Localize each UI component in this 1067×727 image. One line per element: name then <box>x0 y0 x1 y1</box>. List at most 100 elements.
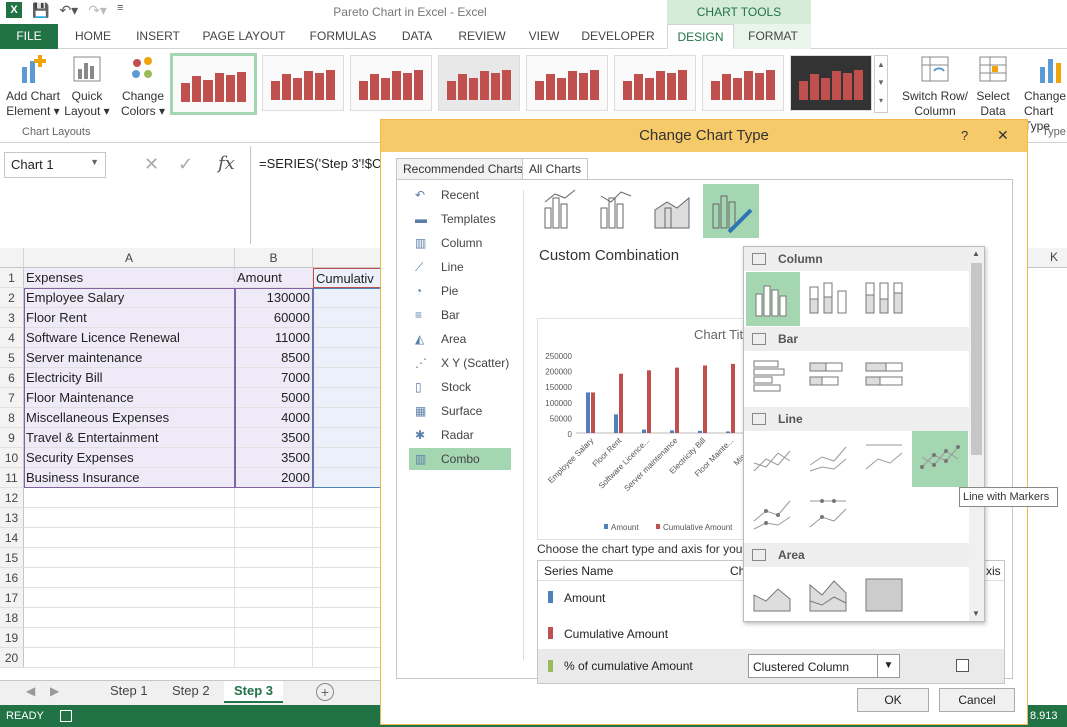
cell-c[interactable] <box>313 528 390 548</box>
cell-b[interactable]: 3500 <box>235 428 313 448</box>
close-button[interactable]: ✕ <box>997 127 1009 144</box>
next-sheet-icon[interactable]: ▶ <box>50 684 59 698</box>
change-colors-button[interactable]: Change Colors ▾ <box>118 53 168 119</box>
ok-button[interactable]: OK <box>857 688 929 712</box>
tab-data[interactable]: DATA <box>392 24 442 49</box>
cell-b[interactable]: 11000 <box>235 328 313 348</box>
cell-c[interactable] <box>313 608 390 628</box>
sheet-tab-step-3[interactable]: Step 3 <box>224 681 284 703</box>
cell-c[interactable] <box>313 628 390 648</box>
chart-type-surface[interactable]: ▦ Surface <box>409 400 511 422</box>
row-header[interactable]: 14 <box>0 528 24 548</box>
scroll-up-icon[interactable]: ▲ <box>972 249 980 258</box>
cell-c[interactable] <box>313 408 390 428</box>
change-chart-type-button[interactable]: Change Chart Type <box>1024 53 1067 134</box>
option-stacked-line-markers[interactable] <box>748 491 796 539</box>
cell-b[interactable] <box>235 648 313 668</box>
help-button[interactable]: ? <box>961 128 968 143</box>
row-header[interactable]: 16 <box>0 568 24 588</box>
column-header-c[interactable] <box>313 248 390 268</box>
cell-c[interactable] <box>313 588 390 608</box>
cell-b[interactable] <box>235 528 313 548</box>
select-all-corner[interactable] <box>0 248 24 268</box>
chart-style-1[interactable] <box>170 53 257 115</box>
column-header-k[interactable]: K <box>1028 248 1067 268</box>
option-stacked-line[interactable] <box>804 435 852 483</box>
scroll-down-icon[interactable]: ▼ <box>972 609 980 618</box>
cell-c[interactable] <box>313 428 390 448</box>
chart-type-recent[interactable]: ↶ Recent <box>409 184 511 206</box>
option-100-stacked-line-markers[interactable] <box>804 491 852 539</box>
add-sheet-icon[interactable]: + <box>316 683 334 701</box>
option-100-stacked-column[interactable] <box>860 275 908 323</box>
option-100-stacked-area[interactable] <box>860 571 908 619</box>
tab-home[interactable]: HOME <box>66 24 120 49</box>
cell-b[interactable]: 4000 <box>235 408 313 428</box>
cell-a[interactable]: Miscellaneous Expenses <box>24 408 235 428</box>
row-header[interactable]: 15 <box>0 548 24 568</box>
gallery-scroll[interactable]: ▲ ▼ ▾ <box>874 55 888 113</box>
cell-c[interactable] <box>313 348 390 368</box>
chevron-down-icon[interactable]: ▼ <box>877 655 899 677</box>
cell-b[interactable] <box>235 548 313 568</box>
tab-format[interactable]: FORMAT <box>738 24 808 49</box>
row-header[interactable]: 10 <box>0 448 24 468</box>
chart-style-7[interactable] <box>702 55 784 111</box>
dropdown-scrollbar[interactable]: ▲ ▼ <box>969 247 984 621</box>
row-header[interactable]: 6 <box>0 368 24 388</box>
cell-a[interactable] <box>24 588 235 608</box>
formula-input[interactable]: =SERIES('Step 3'!$C$ <box>250 146 390 244</box>
option-line[interactable] <box>748 435 796 483</box>
cell-a[interactable]: Software Licence Renewal <box>24 328 235 348</box>
add-chart-element-button[interactable]: Add Chart Element ▾ <box>2 53 64 119</box>
chart-type-radar[interactable]: ✱ Radar <box>409 424 511 446</box>
chart-type-combo[interactable]: ▥ Combo <box>409 448 511 470</box>
insert-function-icon[interactable]: fx <box>218 153 235 174</box>
sheet-tab-step-1[interactable]: Step 1 <box>100 681 158 703</box>
option-line-with-markers[interactable] <box>912 431 968 487</box>
chart-style-3[interactable] <box>350 55 432 111</box>
cell-c[interactable] <box>313 448 390 468</box>
cancel-button[interactable]: Cancel <box>939 688 1015 712</box>
option-100-stacked-bar[interactable] <box>860 355 908 403</box>
cell-b[interactable] <box>235 568 313 588</box>
subtype-clustered-column-line[interactable] <box>539 184 583 234</box>
cell-a[interactable] <box>24 488 235 508</box>
cell-a[interactable]: Security Expenses <box>24 448 235 468</box>
cell-a[interactable] <box>24 528 235 548</box>
tab-page-layout[interactable]: PAGE LAYOUT <box>196 24 292 49</box>
row-header[interactable]: 11 <box>0 468 24 488</box>
chart-type-templates[interactable]: ▬ Templates <box>409 208 511 230</box>
cell-a[interactable]: Travel & Entertainment <box>24 428 235 448</box>
tab-design[interactable]: DESIGN <box>667 24 734 49</box>
cell-c[interactable] <box>313 488 390 508</box>
cell-b[interactable] <box>235 628 313 648</box>
cell-a[interactable]: Floor Rent <box>24 308 235 328</box>
cancel-icon[interactable]: ✕ <box>144 154 159 175</box>
cell-c[interactable] <box>313 388 390 408</box>
cell-c[interactable] <box>313 468 390 488</box>
tab-all-charts[interactable]: All Charts <box>522 158 589 180</box>
sheet-tab-step-2[interactable]: Step 2 <box>162 681 220 703</box>
option-area[interactable] <box>748 571 796 619</box>
tab-insert[interactable]: INSERT <box>128 24 188 49</box>
cell-a[interactable]: Employee Salary <box>24 288 235 308</box>
cell-a[interactable]: Server maintenance <box>24 348 235 368</box>
cell-c[interactable]: Cumulativ <box>313 268 390 288</box>
cell-b[interactable]: 3500 <box>235 448 313 468</box>
cell-c[interactable] <box>313 368 390 388</box>
cell-c[interactable] <box>313 508 390 528</box>
cell-b[interactable] <box>235 608 313 628</box>
chart-type-select[interactable]: Clustered Column ▼ <box>748 654 900 678</box>
row-header[interactable]: 19 <box>0 628 24 648</box>
chart-type-stock[interactable]: ▯ Stock <box>409 376 511 398</box>
cell-a[interactable] <box>24 568 235 588</box>
series-row[interactable]: Cumulative Amount <box>538 619 1004 649</box>
chart-style-8[interactable] <box>790 55 872 111</box>
subtype-column-line-secondary[interactable] <box>595 184 639 234</box>
chart-type-bar[interactable]: ≡ Bar <box>409 304 511 326</box>
quick-layout-button[interactable]: Quick Layout ▾ <box>62 53 112 119</box>
macro-record-icon[interactable] <box>60 710 72 722</box>
tab-developer[interactable]: DEVELOPER <box>576 24 660 49</box>
option-100-stacked-line[interactable] <box>860 435 908 483</box>
